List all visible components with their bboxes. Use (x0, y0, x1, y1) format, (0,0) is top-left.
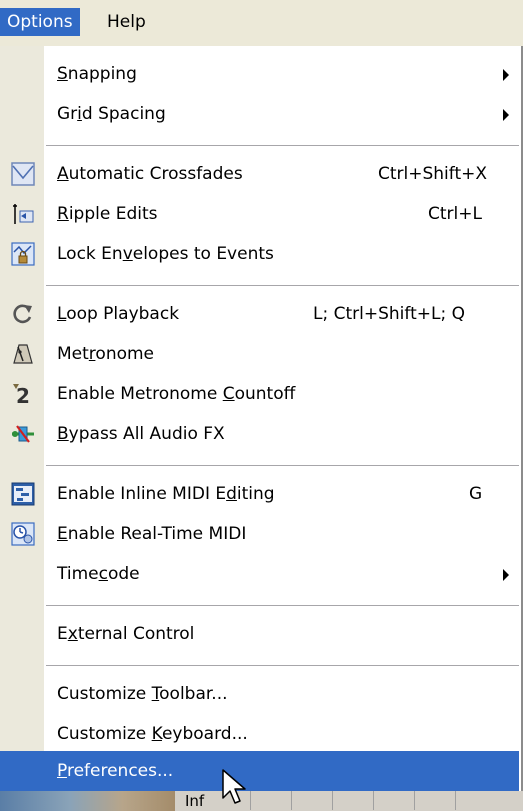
menu-item-customize-keyboard[interactable]: Customize Keyboard... (0, 714, 519, 754)
menu-options[interactable]: Options (0, 8, 80, 36)
menu-item-label: Automatic Crossfades (57, 164, 243, 184)
menu-item-loop-playback[interactable]: Loop Playback L; Ctrl+Shift+L; Q (0, 294, 519, 334)
menu-item-label: Customize Keyboard... (57, 724, 248, 744)
menu-item-shortcut: Ctrl+L (428, 204, 482, 224)
menu-help[interactable]: Help (100, 8, 153, 36)
menu-item-shortcut: Ctrl+Shift+X (378, 164, 488, 184)
toolbar-cell[interactable] (414, 791, 455, 810)
toolbar-cell[interactable] (455, 791, 496, 810)
menu-item-customize-toolbar[interactable]: Customize Toolbar... (0, 674, 519, 714)
options-dropdown-menu: Snapping Grid Spacing Automatic Crossfad… (0, 46, 523, 791)
submenu-arrow-icon (503, 109, 509, 121)
menu-item-lock-envelopes[interactable]: Lock Envelopes to Events (0, 234, 519, 274)
menu-item-metronome-countoff[interactable]: 2 Enable Metronome Countoff (0, 374, 519, 414)
menu-item-label: Enable Inline MIDI Editing (57, 484, 275, 504)
menu-item-label: Bypass All Audio FX (57, 424, 225, 444)
menu-separator (46, 665, 519, 666)
menu-item-snapping[interactable]: Snapping (0, 54, 519, 94)
menu-item-label: Enable Real-Time MIDI (57, 524, 247, 544)
submenu-arrow-icon (503, 69, 509, 81)
menu-item-label: External Control (57, 624, 195, 644)
realtime-midi-icon (11, 522, 35, 546)
toolbar-thumbnail (0, 791, 175, 811)
countoff-icon: 2 (13, 384, 30, 406)
toolbar-cell[interactable] (373, 791, 414, 810)
toolbar-cell[interactable] (291, 791, 332, 810)
menu-separator (46, 465, 519, 466)
menu-item-label: Preferences... (57, 761, 174, 781)
menu-item-grid-spacing[interactable]: Grid Spacing (0, 94, 519, 134)
menu-item-label: Lock Envelopes to Events (57, 244, 274, 264)
ripple-icon (13, 204, 34, 224)
menu-item-shortcut: G (469, 484, 483, 504)
toolbar-partial-text: Inf (185, 792, 205, 810)
background-toolbar-strip: Inf (0, 791, 523, 811)
menu-separator (46, 145, 519, 146)
menu-item-label: Timecode (57, 564, 140, 584)
menu-item-label: Enable Metronome Countoff (57, 384, 296, 404)
menu-item-label: Snapping (57, 64, 137, 84)
menu-item-label: Customize Toolbar... (57, 684, 228, 704)
menu-item-bypass-audio-fx[interactable]: Bypass All Audio FX (0, 414, 519, 454)
menu-item-realtime-midi[interactable]: Enable Real-Time MIDI (0, 514, 519, 554)
menu-separator (46, 285, 519, 286)
crossfade-icon (11, 162, 35, 186)
menu-item-label: Loop Playback (57, 304, 180, 324)
submenu-arrow-icon (503, 569, 509, 581)
loop-icon (13, 304, 32, 324)
mouse-cursor-icon (222, 769, 246, 804)
menu-item-label: Grid Spacing (57, 104, 166, 124)
menu-bar: Options Help (0, 0, 523, 46)
menu-item-metronome[interactable]: Metronome (0, 334, 519, 374)
metronome-icon (13, 344, 33, 364)
menu-item-ripple-edits[interactable]: Ripple Edits Ctrl+L (0, 194, 519, 234)
bypass-fx-icon (12, 425, 34, 443)
envelope-lock-icon (11, 242, 35, 266)
menu-item-automatic-crossfades[interactable]: Automatic Crossfades Ctrl+Shift+X (0, 154, 519, 194)
menu-item-label: Ripple Edits (57, 204, 158, 224)
menu-item-external-control[interactable]: External Control (0, 614, 519, 654)
menu-item-inline-midi-editing[interactable]: Enable Inline MIDI Editing G (0, 474, 519, 514)
menu-item-timecode[interactable]: Timecode (0, 554, 519, 594)
toolbar-cell[interactable] (332, 791, 373, 810)
menu-item-shortcut: L; Ctrl+Shift+L; Q (313, 304, 465, 324)
inline-midi-icon (11, 482, 35, 506)
menu-item-label: Metronome (57, 344, 155, 364)
menu-separator (46, 605, 519, 606)
svg-text:2: 2 (16, 384, 30, 406)
